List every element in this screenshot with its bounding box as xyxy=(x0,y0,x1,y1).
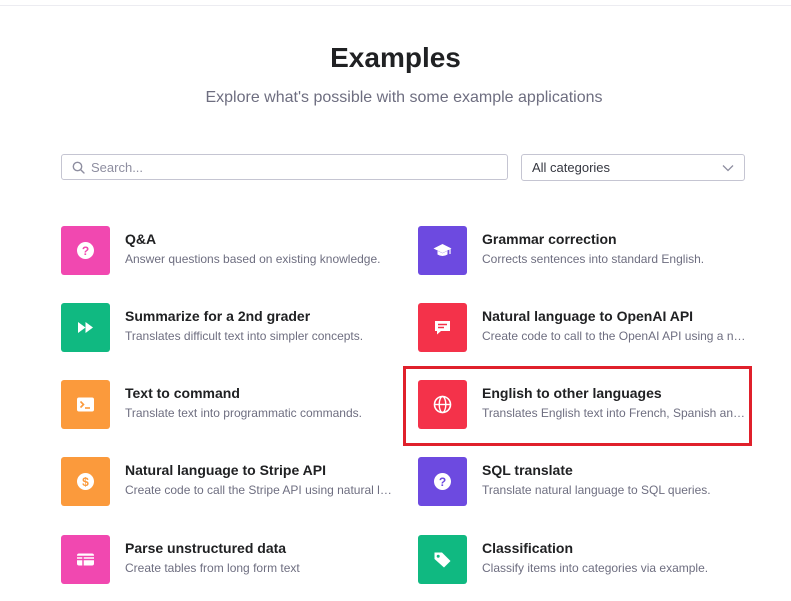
terminal-icon xyxy=(77,397,94,412)
example-card-grammar-correction[interactable]: Grammar correction Corrects sentences in… xyxy=(418,226,758,276)
question-icon: ? xyxy=(77,242,94,259)
category-select-value: All categories xyxy=(532,160,611,175)
example-card-english-to-other-languages[interactable]: English to other languages Translates En… xyxy=(418,380,758,430)
example-description: Translate text into programmatic command… xyxy=(125,406,362,420)
search-icon xyxy=(72,161,85,174)
example-card-sql-translate[interactable]: ? SQL translate Translate natural langua… xyxy=(418,457,758,507)
example-title: Text to command xyxy=(125,385,240,401)
svg-text:?: ? xyxy=(439,475,446,489)
example-card-parse-unstructured-data[interactable]: Parse unstructured data Create tables fr… xyxy=(61,535,401,585)
example-description: Create tables from long form text xyxy=(125,561,300,575)
example-title: SQL translate xyxy=(482,462,573,478)
example-tile xyxy=(61,535,110,584)
example-description: Create code to call to the OpenAI API us… xyxy=(482,329,750,343)
chat-icon xyxy=(435,321,450,335)
example-description: Translates English text into French, Spa… xyxy=(482,406,750,420)
example-tile: ? xyxy=(418,457,467,506)
example-tile xyxy=(418,303,467,352)
example-card-nl-to-openai-api[interactable]: Natural language to OpenAI API Create co… xyxy=(418,303,758,353)
example-description: Translate natural language to SQL querie… xyxy=(482,483,711,497)
svg-text:?: ? xyxy=(82,244,89,258)
example-description: Corrects sentences into standard English… xyxy=(482,252,705,266)
example-tile xyxy=(418,380,467,429)
example-tile: $ xyxy=(61,457,110,506)
example-title: Grammar correction xyxy=(482,231,617,247)
example-title: Classification xyxy=(482,540,574,556)
example-tile: ? xyxy=(61,226,110,275)
example-card-text-to-command[interactable]: Text to command Translate text into prog… xyxy=(61,380,401,430)
category-select[interactable]: All categories xyxy=(521,154,745,181)
example-tile xyxy=(418,535,467,584)
example-card-qa[interactable]: ? Q&A Answer questions based on existing… xyxy=(61,226,401,276)
example-title: Summarize for a 2nd grader xyxy=(125,308,311,324)
page-subtitle: Explore what's possible with some exampl… xyxy=(205,89,603,106)
top-divider xyxy=(0,5,791,6)
example-description: Classify items into categories via examp… xyxy=(482,561,709,575)
example-card-nl-to-stripe-api[interactable]: $ Natural language to Stripe API Create … xyxy=(61,457,401,507)
dollar-icon: $ xyxy=(77,473,94,490)
svg-text:$: $ xyxy=(82,475,89,489)
page-title: Examples xyxy=(330,42,461,73)
table-icon xyxy=(77,553,94,566)
search-box[interactable] xyxy=(61,154,508,180)
example-description: Create code to call the Stripe API using… xyxy=(125,483,393,497)
chevron-down-icon xyxy=(722,165,734,172)
example-tile xyxy=(418,226,467,275)
example-card-classification[interactable]: Classification Classify items into categ… xyxy=(418,535,758,585)
example-title: Natural language to Stripe API xyxy=(125,462,326,478)
tag-icon xyxy=(434,552,451,568)
graduation-cap-icon xyxy=(433,244,452,256)
example-tile xyxy=(61,380,110,429)
example-title: English to other languages xyxy=(482,385,662,401)
example-title: Q&A xyxy=(125,231,157,247)
globe-icon xyxy=(433,395,452,414)
example-description: Answer questions based on existing knowl… xyxy=(125,252,381,266)
example-title: Parse unstructured data xyxy=(125,540,287,556)
question-icon: ? xyxy=(434,473,451,490)
example-title: Natural language to OpenAI API xyxy=(482,308,694,324)
fast-forward-icon xyxy=(78,322,93,333)
example-description: Translates difficult text into simpler c… xyxy=(125,329,364,343)
search-input[interactable] xyxy=(91,155,501,179)
example-tile xyxy=(61,303,110,352)
example-card-summarize[interactable]: Summarize for a 2nd grader Translates di… xyxy=(61,303,401,353)
